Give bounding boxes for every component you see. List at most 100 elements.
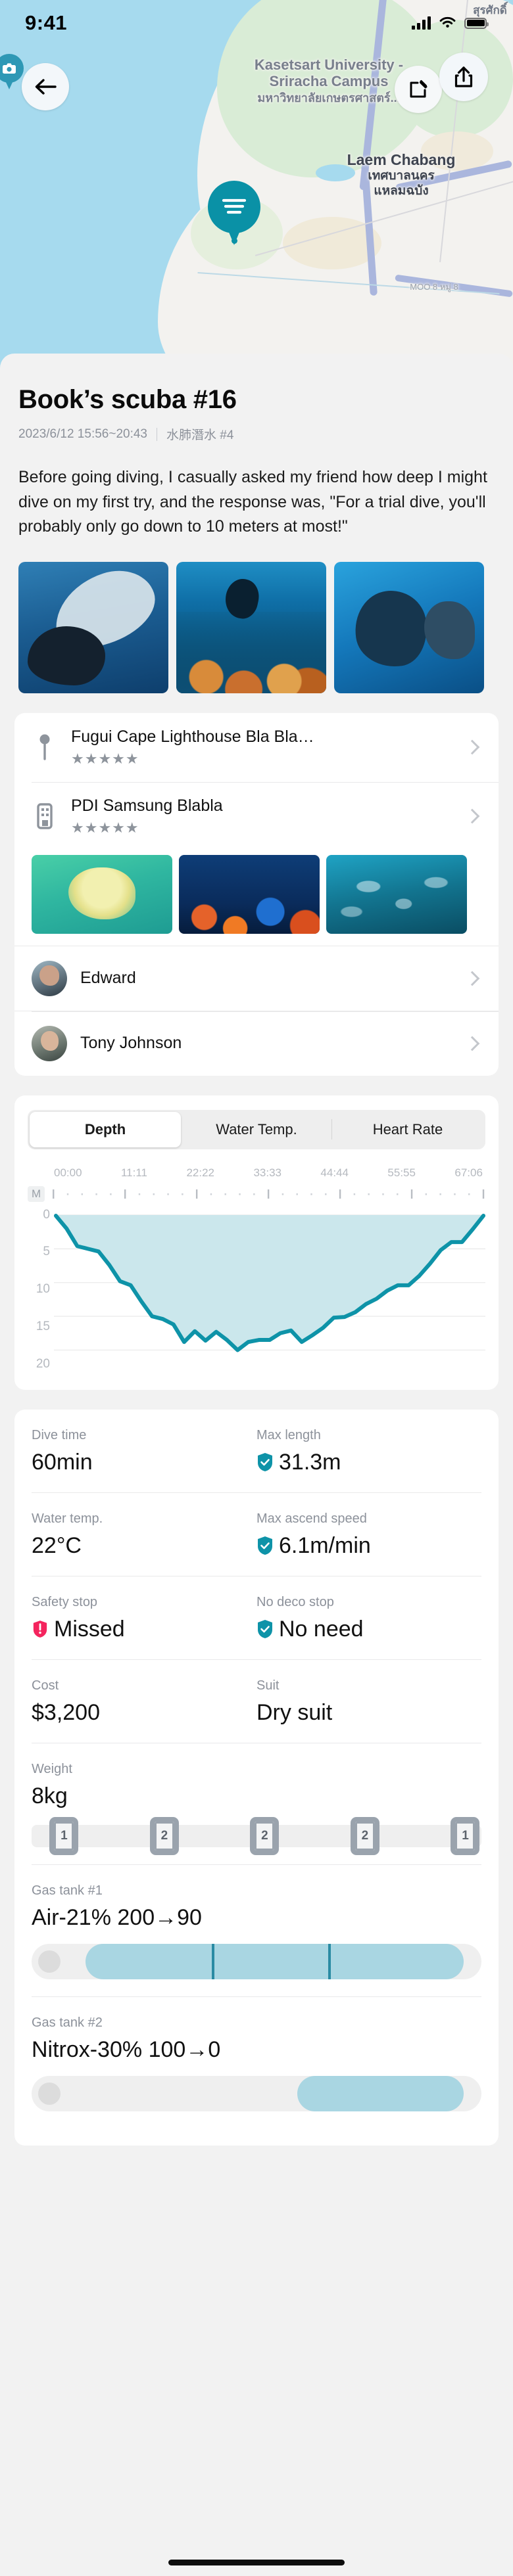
y-tick-2: 10 [36, 1282, 50, 1296]
dive-flag-glyph-icon [222, 198, 247, 214]
gas-tank-1-bar[interactable] [32, 1943, 481, 1979]
x-tick-5: 55:55 [387, 1166, 416, 1179]
stat-value: No need [279, 1616, 364, 1642]
stat-row: Safety stop Missed No deco stop No need [32, 1576, 481, 1659]
chart-y-tick-labels: 0 5 10 15 20 [28, 1208, 54, 1373]
dive-datetime: 2023/6/12 15:56~20:43 [18, 426, 147, 441]
share-button[interactable] [439, 53, 488, 101]
camera-glyph-icon [3, 63, 16, 74]
buddy-name: Tony Johnson [80, 1034, 182, 1052]
weight-chip-value: 2 [354, 1821, 375, 1851]
weight-chip[interactable]: 1 [451, 1816, 480, 1855]
stat-label: Safety stop [32, 1594, 98, 1609]
list-item-dive-site[interactable]: Fugui Cape Lighthouse Bla Bla… ★★★★★ [14, 713, 499, 782]
dive-center-info: PDI Samsung Blabla ★★★★★ [71, 796, 454, 837]
map-sand-area-2 [421, 131, 493, 171]
map-pin-icon [32, 733, 58, 761]
photo-divers[interactable] [334, 561, 484, 693]
stat-value: Nitrox-30% 100→0 [32, 2036, 221, 2062]
stat-label: Max ascend speed [256, 1511, 367, 1526]
tab-water-temp[interactable]: Water Temp. [181, 1112, 332, 1147]
depth-chart-svg [54, 1208, 485, 1373]
stat-dive-time: Dive time 60min [32, 1410, 256, 1492]
gas-tank-fill [297, 2075, 464, 2111]
stat-row: Cost $3,200 Suit Dry suit [32, 1660, 481, 1743]
weight-chip[interactable]: 2 [350, 1816, 379, 1855]
stat-water-temp: Water temp. 22°C [32, 1493, 256, 1576]
stat-gas-tank-1: Gas tank #1 Air-21% 200→90 [32, 1865, 481, 1979]
stat-weight: Weight 8kg 1 2 2 2 1 [32, 1743, 481, 1855]
gas-tank-fill [86, 1943, 464, 1979]
gas-tank-knob[interactable] [38, 2082, 61, 2105]
gas-tank-2-bar[interactable] [32, 2075, 481, 2111]
dive-site-pin-icon[interactable] [208, 181, 260, 245]
depth-chart-plot: 0 5 10 15 20 [28, 1208, 485, 1373]
buddy-info: Edward [80, 969, 454, 988]
stat-label: Water temp. [32, 1511, 103, 1526]
x-tick-0: 00:00 [54, 1166, 82, 1179]
places-card: Fugui Cape Lighthouse Bla Bla… ★★★★★ PDI… [14, 712, 499, 1076]
stat-value: Missed [54, 1616, 125, 1642]
weight-distribution-track[interactable]: 1 2 2 2 1 [32, 1816, 481, 1855]
back-button[interactable] [22, 63, 69, 110]
dive-center-rating: ★★★★★ [71, 819, 139, 836]
status-icons [412, 16, 489, 30]
chevron-right-icon [464, 971, 480, 986]
list-item-buddy[interactable]: Tony Johnson [14, 1010, 499, 1076]
stat-label: Cost [32, 1678, 59, 1693]
stat-label: Gas tank #1 [32, 1883, 103, 1898]
weight-chip[interactable]: 2 [250, 1816, 280, 1855]
camera-pin-icon[interactable] [0, 54, 24, 89]
stat-value: Air-21% 200→90 [32, 1904, 202, 1930]
tab-heart-rate[interactable]: Heart Rate [332, 1112, 483, 1147]
stat-value: Dry suit [256, 1699, 333, 1725]
page-title: Book’s scuba #16 [18, 385, 237, 414]
battery-icon [464, 17, 489, 29]
y-tick-0: 0 [43, 1207, 50, 1222]
edit-pencil-icon [410, 80, 428, 98]
stat-suit: Suit Dry suit [256, 1660, 481, 1743]
stat-value: $3,200 [32, 1699, 100, 1725]
thumb-fish-school[interactable] [326, 854, 467, 934]
y-tick-1: 5 [43, 1245, 50, 1259]
back-arrow-icon [35, 79, 57, 95]
y-tick-4: 20 [36, 1356, 50, 1371]
chart-x-tick-labels: 00:00 11:11 22:22 33:33 44:44 55:55 67:0… [28, 1149, 485, 1180]
photo-diver-dolphin[interactable] [18, 561, 168, 693]
edit-button[interactable] [395, 66, 442, 113]
chart-ruler [50, 1188, 485, 1200]
stat-max-ascend-speed: Max ascend speed 6.1m/min [256, 1493, 481, 1576]
y-tick-3: 15 [36, 1319, 50, 1333]
map-header[interactable]: 9:41 Kasetsart University - Sriracha Cam… [0, 0, 513, 368]
photo-coral-reef[interactable] [176, 561, 326, 693]
thumb-coral-night[interactable] [179, 854, 320, 934]
stat-label: Gas tank #2 [32, 2015, 103, 2030]
dive-site-name: Fugui Cape Lighthouse Bla Bla… [71, 727, 314, 746]
avatar-edward [32, 960, 67, 996]
chevron-right-icon [464, 1036, 480, 1051]
weight-chip[interactable]: 2 [149, 1816, 179, 1855]
map-water-inlet [316, 164, 355, 181]
gas-tank-knob[interactable] [38, 1950, 61, 1973]
stat-value-wrap: Missed [32, 1617, 256, 1642]
stat-value: 6.1m/min [279, 1532, 371, 1558]
list-item-buddy[interactable]: Edward [14, 945, 499, 1011]
stat-row: Dive time 60min Max length 31.3m [32, 1410, 481, 1492]
chevron-right-icon [464, 808, 480, 824]
weight-chip[interactable]: 1 [49, 1816, 79, 1855]
stat-row: Water temp. 22°C Max ascend speed 6.1m/m… [32, 1493, 481, 1576]
tab-depth[interactable]: Depth [30, 1111, 181, 1147]
dive-site-rating: ★★★★★ [71, 750, 139, 767]
thumb-jellyfish[interactable] [32, 854, 172, 934]
stat-value-wrap: No need [256, 1617, 481, 1642]
list-item-dive-center[interactable]: PDI Samsung Blabla ★★★★★ [14, 781, 499, 851]
chart-tab-group: Depth Water Temp. Heart Rate [28, 1109, 485, 1149]
dive-stats-card: Dive time 60min Max length 31.3m Water t… [14, 1409, 499, 2146]
x-tick-3: 33:33 [253, 1166, 281, 1179]
dive-description: Before going diving, I casually asked my… [18, 468, 487, 536]
home-indicator [168, 2560, 345, 2565]
wifi-icon [439, 16, 456, 28]
x-tick-1: 11:11 [120, 1166, 148, 1179]
stat-gas-tank-2: Gas tank #2 Nitrox-30% 100→0 [32, 1997, 481, 2146]
stat-value-wrap: 31.3m [256, 1450, 481, 1475]
